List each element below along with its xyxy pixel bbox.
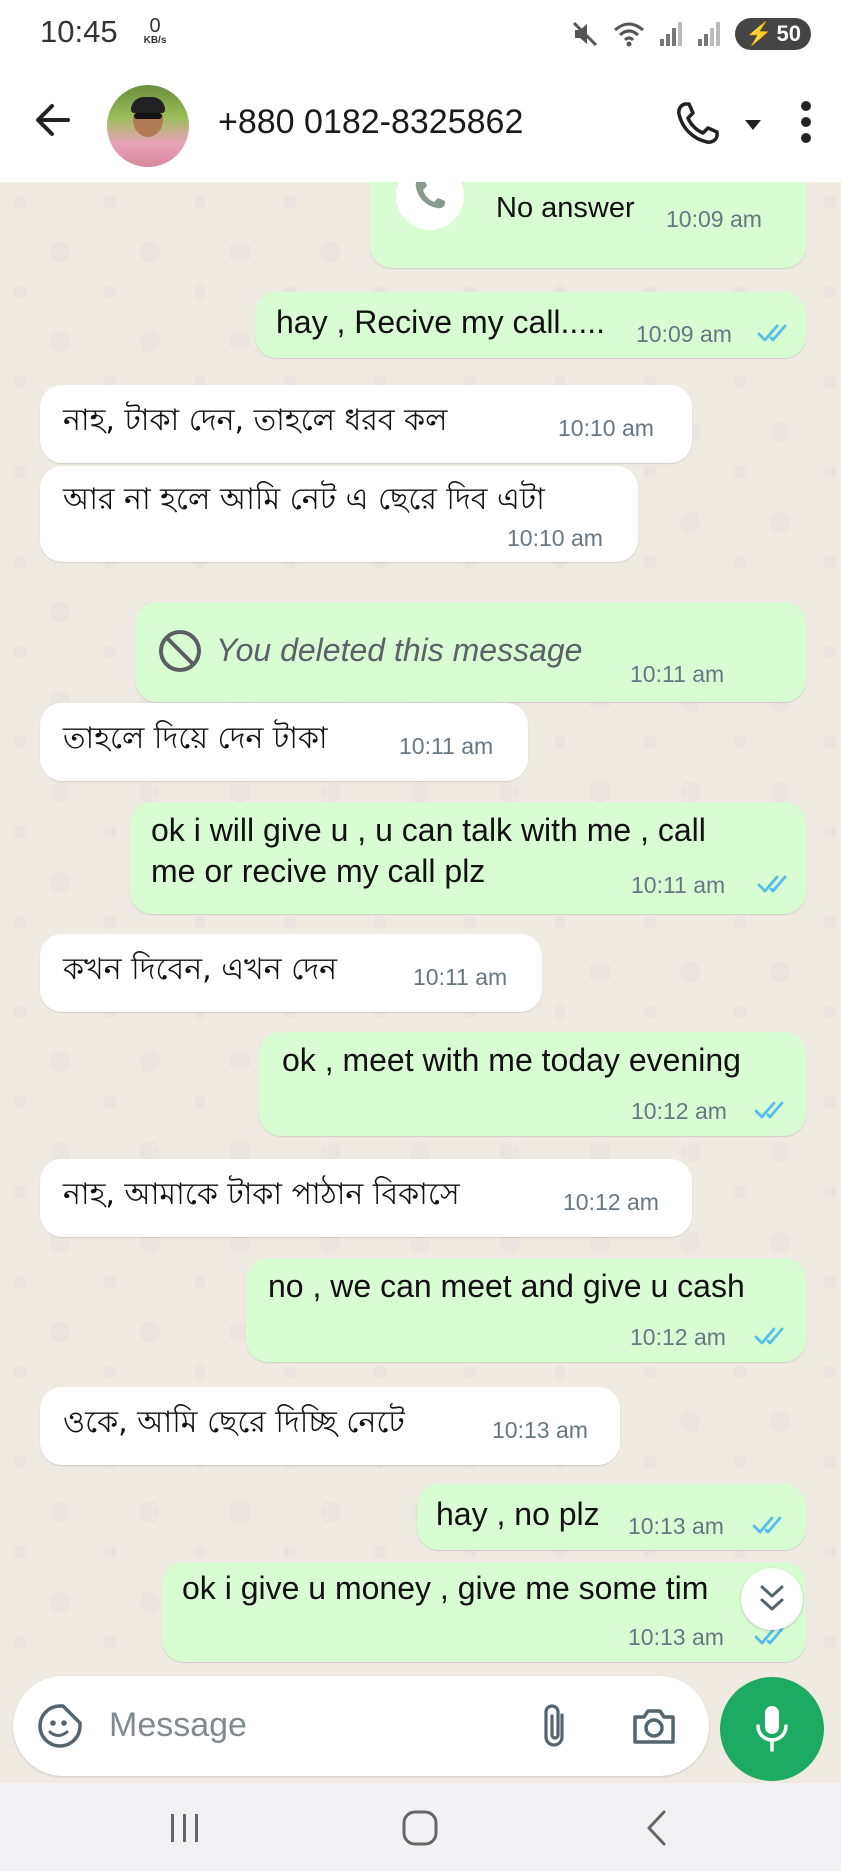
contact-name[interactable]: +880 0182-8325862 xyxy=(218,103,523,142)
message-time: 10:13 am xyxy=(628,1624,724,1650)
message-bubble[interactable]: আর না হলে আমি নেট এ ছেরে দিব এটা 10:10 a… xyxy=(40,466,638,562)
message-text: আর না হলে আমি নেট এ ছেরে দিব এটা xyxy=(63,482,545,517)
double-check-icon xyxy=(757,875,787,893)
message-bubble[interactable]: ওকে, আমি ছেরে দিচ্ছি নেটে 10:13 am xyxy=(40,1387,620,1465)
status-time: 10:45 xyxy=(40,14,118,49)
battery-level: 50 xyxy=(776,21,801,46)
message-bubble[interactable]: hay , Recive my call..... 10:09 am xyxy=(255,292,806,358)
signal-icon xyxy=(660,22,683,46)
message-time: 10:09 am xyxy=(666,206,762,232)
double-check-icon xyxy=(754,1327,784,1345)
message-text: ok , meet with me today evening xyxy=(282,1042,741,1078)
message-text-line-1: ok i will give u , u can talk with me , … xyxy=(151,812,706,848)
blocked-icon xyxy=(159,630,201,672)
more-options-icon[interactable] xyxy=(800,100,812,144)
message-time: 10:09 am xyxy=(636,321,732,347)
double-check-icon xyxy=(757,324,787,342)
message-text: কখন দিবেন, এখন দেন xyxy=(63,952,338,987)
message-time: 10:13 am xyxy=(492,1417,588,1443)
status-bar: 10:45 0 KB/s ⚡ 50 xyxy=(0,0,841,70)
message-time: 10:12 am xyxy=(563,1189,659,1215)
chevron-down-icon[interactable] xyxy=(743,118,763,132)
message-bubble[interactable]: hay , no plz 10:13 am xyxy=(417,1484,806,1550)
recent-apps-icon[interactable] xyxy=(168,1811,202,1845)
network-speed-value: 0 xyxy=(149,15,161,37)
double-check-icon xyxy=(752,1516,782,1534)
mute-icon xyxy=(573,21,598,47)
message-time: 10:11 am xyxy=(399,733,494,759)
message-time: 10:11 am xyxy=(630,661,725,687)
contact-avatar[interactable] xyxy=(107,85,189,167)
message-time: 10:11 am xyxy=(413,964,508,990)
back-arrow-icon[interactable] xyxy=(32,100,72,140)
message-text: নাহ, আমাকে টাকা পাঠান বিকাসে xyxy=(63,1177,460,1212)
chat-header: +880 0182-8325862 xyxy=(0,70,841,182)
message-bubble[interactable]: নাহ, আমাকে টাকা পাঠান বিকাসে 10:12 am xyxy=(40,1159,692,1237)
wifi-icon xyxy=(614,22,645,47)
charging-icon: ⚡ xyxy=(745,21,773,46)
camera-icon[interactable] xyxy=(631,1706,677,1746)
network-speed-unit: KB/s xyxy=(143,35,167,46)
deleted-message-text: You deleted this message xyxy=(216,632,583,668)
message-list[interactable]: No answer 10:09 am hay , Recive my call.… xyxy=(0,182,841,1673)
message-bubble[interactable]: কখন দিবেন, এখন দেন 10:11 am xyxy=(40,934,542,1012)
message-time: 10:12 am xyxy=(630,1324,726,1350)
call-icon-circle xyxy=(396,182,464,230)
call-status-text: No answer xyxy=(496,192,635,224)
double-check-icon xyxy=(754,1101,784,1119)
message-time: 10:13 am xyxy=(628,1513,724,1539)
message-composer[interactable]: Message xyxy=(13,1676,709,1776)
message-text: no , we can meet and give u cash xyxy=(268,1268,745,1304)
message-text: ওকে, আমি ছেরে দিচ্ছি নেটে xyxy=(63,1405,405,1440)
message-time: 10:10 am xyxy=(558,415,654,441)
message-bubble[interactable]: ok i give u money , give me some tim 10:… xyxy=(162,1562,806,1662)
phone-icon[interactable] xyxy=(675,100,721,146)
message-text: hay , no plz xyxy=(436,1496,600,1532)
message-time: 10:12 am xyxy=(631,1098,727,1124)
battery-indicator: ⚡ 50 xyxy=(735,18,811,50)
missed-call-icon xyxy=(415,182,445,209)
message-bubble[interactable]: তাহলে দিয়ে দেন টাকা 10:11 am xyxy=(40,703,528,781)
signal-icon-sim2 xyxy=(698,22,721,46)
system-navigation-bar xyxy=(0,1783,841,1871)
voice-record-button[interactable] xyxy=(720,1677,824,1781)
scroll-to-bottom-button[interactable] xyxy=(741,1568,803,1630)
call-log-bubble[interactable]: No answer 10:09 am xyxy=(370,182,806,268)
network-speed: 0 KB/s xyxy=(138,16,172,46)
message-time: 10:11 am xyxy=(631,872,726,898)
message-text: hay , Recive my call..... xyxy=(276,304,605,340)
message-text: নাহ, টাকা দেন, তাহলে ধরব কল xyxy=(63,403,448,438)
attach-icon[interactable] xyxy=(540,1703,570,1749)
message-input[interactable]: Message xyxy=(109,1706,247,1745)
deleted-message-bubble[interactable]: You deleted this message 10:11 am xyxy=(135,602,806,702)
microphone-icon xyxy=(756,1706,788,1752)
message-text: তাহলে দিয়ে দেন টাকা xyxy=(63,721,328,756)
message-text-line-2: me or recive my call plz xyxy=(151,853,486,889)
back-nav-icon[interactable] xyxy=(644,1809,668,1847)
message-text: ok i give u money , give me some tim xyxy=(182,1570,709,1606)
sticker-icon[interactable] xyxy=(37,1703,83,1749)
double-chevron-down-icon xyxy=(760,1585,784,1611)
message-time: 10:10 am xyxy=(507,525,603,551)
message-bubble[interactable]: no , we can meet and give u cash 10:12 a… xyxy=(246,1258,806,1362)
message-bubble[interactable]: ok i will give u , u can talk with me , … xyxy=(130,802,806,914)
message-bubble[interactable]: নাহ, টাকা দেন, তাহলে ধরব কল 10:10 am xyxy=(40,385,692,463)
home-icon[interactable] xyxy=(401,1809,439,1847)
message-bubble[interactable]: ok , meet with me today evening 10:12 am xyxy=(259,1032,806,1136)
